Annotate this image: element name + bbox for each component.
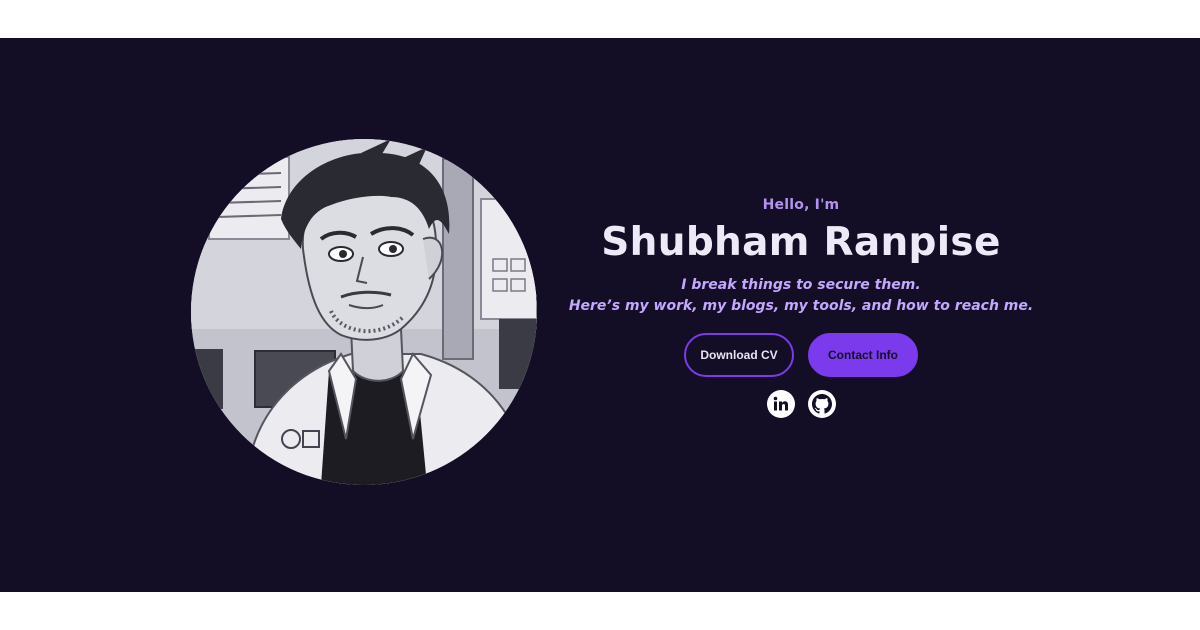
github-icon bbox=[811, 394, 832, 414]
avatar-illustration bbox=[191, 139, 537, 485]
tagline-line-1: I break things to secure them. bbox=[681, 277, 921, 293]
contact-info-button[interactable]: Contact Info bbox=[808, 333, 918, 377]
intro-block: Hello, I'm Shubham Ranpise I break thing… bbox=[560, 188, 1042, 418]
profile-avatar bbox=[191, 139, 537, 485]
linkedin-link[interactable] bbox=[766, 390, 795, 418]
tagline: I break things to secure them. Here’s my… bbox=[560, 275, 1042, 317]
github-link[interactable] bbox=[807, 390, 836, 418]
social-links bbox=[560, 390, 1042, 418]
download-cv-button[interactable]: Download CV bbox=[684, 333, 794, 377]
linkedin-icon bbox=[773, 396, 788, 411]
hero-section: Hello, I'm Shubham Ranpise I break thing… bbox=[0, 38, 1200, 592]
greeting-text: Hello, I'm bbox=[762, 197, 840, 213]
person-name: Shubham Ranpise bbox=[601, 220, 1001, 265]
tagline-line-2: Here’s my work, my blogs, my tools, and … bbox=[568, 298, 1034, 314]
hero-buttons: Download CV Contact Info bbox=[560, 333, 1042, 377]
